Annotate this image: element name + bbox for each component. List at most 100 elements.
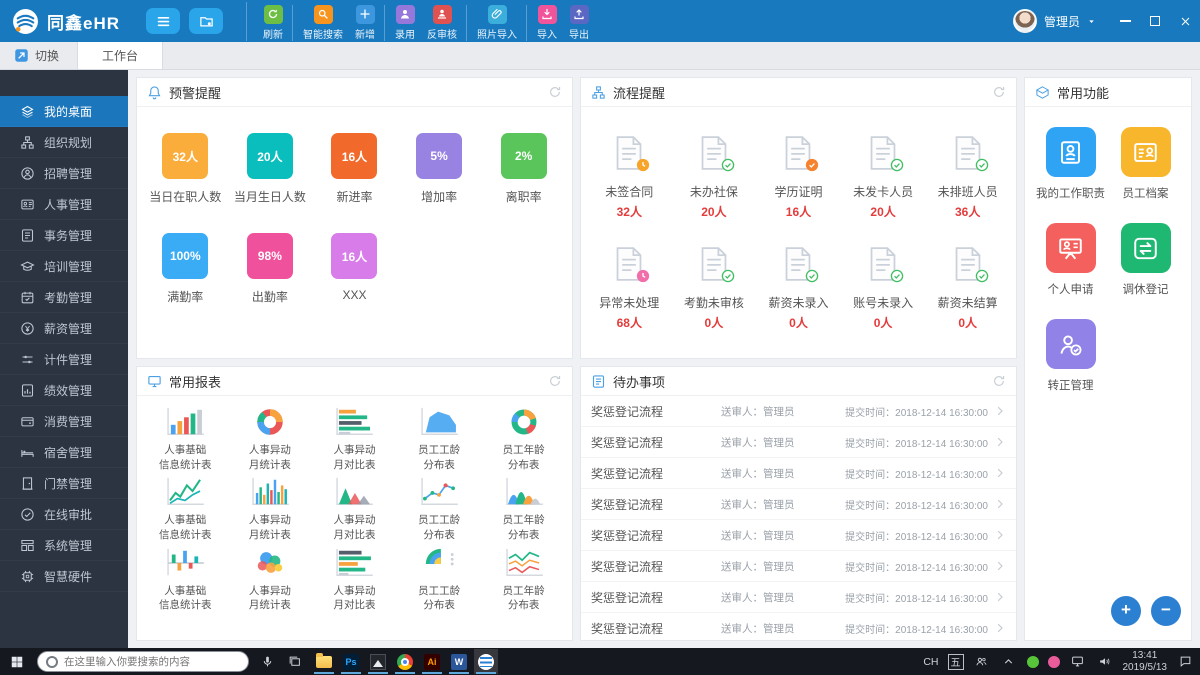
taskbar-app[interactable]: Ai: [420, 649, 444, 674]
report-shortcut[interactable]: 人事异动 月对比表: [312, 406, 397, 472]
process-item[interactable]: 学历证明 16人: [756, 135, 841, 220]
refresh-icon[interactable]: [992, 85, 1006, 99]
function-shortcut[interactable]: 转正管理: [1046, 319, 1096, 393]
process-item[interactable]: 未发卡人员 20人: [841, 135, 926, 220]
network-icon[interactable]: [1069, 655, 1087, 668]
todo-row[interactable]: 奖惩登记流程 送审人：管理员 提交时间：2018-12-14 16:30:00: [581, 613, 1016, 641]
refresh-icon[interactable]: [548, 85, 562, 99]
todo-row[interactable]: 奖惩登记流程 送审人：管理员 提交时间：2018-12-14 16:30:00: [581, 427, 1016, 458]
warning-tile[interactable]: 32人 当日在职人数: [143, 133, 228, 205]
report-shortcut[interactable]: 员工工龄 分布表: [397, 406, 482, 472]
toolbar-button[interactable]: 录用: [389, 5, 421, 41]
tab-workbench[interactable]: 工作台: [77, 42, 163, 69]
report-shortcut[interactable]: 员工年龄 分布表: [481, 547, 566, 613]
task-view-button[interactable]: [285, 655, 303, 668]
minimize-button[interactable]: [1110, 0, 1140, 42]
people-icon[interactable]: [973, 655, 991, 668]
process-item[interactable]: 薪资未结算 0人: [925, 246, 1010, 331]
function-shortcut[interactable]: 调休登记: [1121, 223, 1171, 297]
report-shortcut[interactable]: 员工工龄 分布表: [397, 547, 482, 613]
sidebar-item[interactable]: 计件管理: [0, 344, 128, 375]
sidebar-item[interactable]: 组织规划: [0, 127, 128, 158]
warning-tile[interactable]: 16人 新进率: [312, 133, 397, 205]
report-shortcut[interactable]: 人事异动 月统计表: [228, 476, 313, 542]
toolbar-button[interactable]: 照片导入: [471, 5, 527, 41]
view-switch-button[interactable]: 切换: [0, 42, 77, 69]
refresh-icon[interactable]: [548, 374, 562, 388]
search-input[interactable]: [64, 656, 240, 668]
process-item[interactable]: 未排班人员 36人: [925, 135, 1010, 220]
sidebar-item[interactable]: 绩效管理: [0, 375, 128, 406]
taskbar-app[interactable]: [366, 649, 390, 674]
clock[interactable]: 13:41 2019/5/13: [1123, 650, 1168, 674]
toolbar-button[interactable]: 导入: [531, 5, 563, 41]
function-shortcut[interactable]: 个人申请: [1046, 223, 1096, 297]
sidebar-item[interactable]: 在线审批: [0, 499, 128, 530]
volume-icon[interactable]: [1096, 655, 1114, 668]
warning-tile[interactable]: 100% 满勤率: [143, 233, 228, 305]
process-item[interactable]: 异常未处理 68人: [587, 246, 672, 331]
report-shortcut[interactable]: 员工年龄 分布表: [481, 406, 566, 472]
ime-language[interactable]: CH: [923, 656, 938, 668]
todo-row[interactable]: 奖惩登记流程 送审人：管理员 提交时间：2018-12-14 16:30:00: [581, 489, 1016, 520]
sidebar-item[interactable]: 培训管理: [0, 251, 128, 282]
action-center-icon[interactable]: [1176, 655, 1194, 668]
todo-row[interactable]: 奖惩登记流程 送审人：管理员 提交时间：2018-12-14 16:30:00: [581, 458, 1016, 489]
tray-app-icon-pink[interactable]: [1048, 656, 1060, 668]
todo-row[interactable]: 奖惩登记流程 送审人：管理员 提交时间：2018-12-14 16:30:00: [581, 551, 1016, 582]
sidebar-item[interactable]: 人事管理: [0, 189, 128, 220]
sidebar-item[interactable]: 宿舍管理: [0, 437, 128, 468]
toolbar-button[interactable]: 导出: [563, 5, 595, 41]
taskbar-app[interactable]: Ps: [339, 649, 363, 674]
report-shortcut[interactable]: 人事异动 月对比表: [312, 476, 397, 542]
sidebar-item[interactable]: 智慧硬件: [0, 561, 128, 592]
todo-row[interactable]: 奖惩登记流程 送审人：管理员 提交时间：2018-12-14 16:30:00: [581, 582, 1016, 613]
process-item[interactable]: 未签合同 32人: [587, 135, 672, 220]
start-button[interactable]: [6, 655, 28, 669]
todo-row[interactable]: 奖惩登记流程 送审人：管理员 提交时间：2018-12-14 16:30:00: [581, 396, 1016, 427]
process-item[interactable]: 考勤未审核 0人: [672, 246, 757, 331]
user-menu[interactable]: 管理员: [1013, 9, 1096, 33]
menu-button[interactable]: [146, 8, 180, 34]
toolbar-button[interactable]: 刷新: [257, 5, 293, 41]
process-item[interactable]: 未办社保 20人: [672, 135, 757, 220]
taskbar-search[interactable]: [37, 651, 249, 672]
warning-tile[interactable]: 2% 离职率: [481, 133, 566, 205]
mic-icon[interactable]: [258, 655, 276, 668]
warning-tile[interactable]: 98% 出勤率: [228, 233, 313, 305]
sidebar-item[interactable]: 门禁管理: [0, 468, 128, 499]
report-shortcut[interactable]: 人事基础 信息统计表: [143, 476, 228, 542]
maximize-button[interactable]: [1140, 0, 1170, 42]
warning-tile[interactable]: 16人 XXX: [312, 233, 397, 305]
sidebar-item[interactable]: 系统管理: [0, 530, 128, 561]
refresh-icon[interactable]: [992, 374, 1006, 388]
sidebar-item[interactable]: 消费管理: [0, 406, 128, 437]
sidebar-item[interactable]: 薪资管理: [0, 313, 128, 344]
report-shortcut[interactable]: 员工工龄 分布表: [397, 476, 482, 542]
toolbar-button[interactable]: 新增: [349, 5, 385, 41]
warning-tile[interactable]: 5% 增加率: [397, 133, 482, 205]
ime-mode[interactable]: 五: [948, 654, 964, 670]
folder-settings-button[interactable]: [189, 8, 223, 34]
sidebar-item[interactable]: 考勤管理: [0, 282, 128, 313]
process-item[interactable]: 账号未录入 0人: [841, 246, 926, 331]
zoom-out-button[interactable]: −: [1151, 596, 1181, 626]
report-shortcut[interactable]: 人事异动 月对比表: [312, 547, 397, 613]
tray-app-icon-green[interactable]: [1027, 656, 1039, 668]
tray-expand-icon[interactable]: [1000, 655, 1018, 668]
warning-tile[interactable]: 20人 当月生日人数: [228, 133, 313, 205]
sidebar-item[interactable]: 我的桌面: [0, 96, 128, 127]
toolbar-button[interactable]: 反审核: [421, 5, 467, 41]
taskbar-app[interactable]: W: [447, 649, 471, 674]
sidebar-item[interactable]: 招聘管理: [0, 158, 128, 189]
zoom-in-button[interactable]: +: [1111, 596, 1141, 626]
report-shortcut[interactable]: 员工年龄 分布表: [481, 476, 566, 542]
taskbar-app[interactable]: [474, 649, 498, 674]
report-shortcut[interactable]: 人事基础 信息统计表: [143, 406, 228, 472]
function-shortcut[interactable]: 我的工作职责: [1036, 127, 1105, 201]
todo-row[interactable]: 奖惩登记流程 送审人：管理员 提交时间：2018-12-14 16:30:00: [581, 520, 1016, 551]
taskbar-app[interactable]: [393, 649, 417, 674]
close-button[interactable]: [1170, 0, 1200, 42]
process-item[interactable]: 薪资未录入 0人: [756, 246, 841, 331]
report-shortcut[interactable]: 人事基础 信息统计表: [143, 547, 228, 613]
